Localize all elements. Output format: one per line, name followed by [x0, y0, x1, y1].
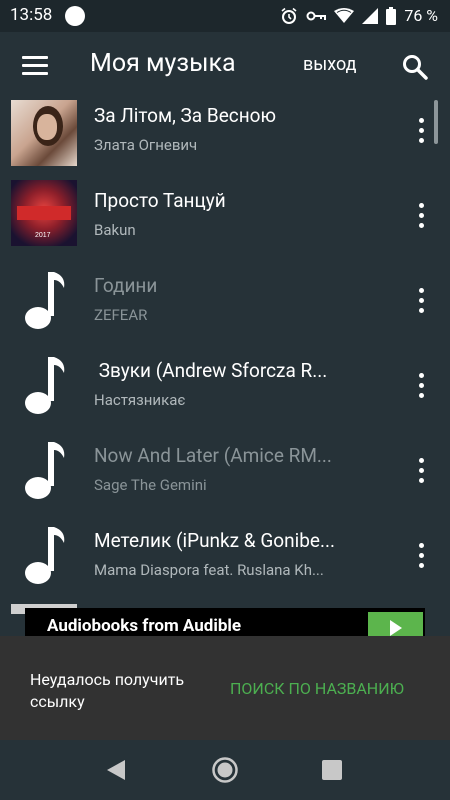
play-icon	[390, 620, 402, 636]
page-title: Моя музыка	[90, 49, 236, 78]
battery-percent: 76 %	[404, 6, 438, 25]
track-list[interactable]: За Літом, За Весною Злата Огневич 2017 П…	[0, 100, 450, 636]
more-options-icon[interactable]	[417, 288, 427, 314]
snackbar-message: Неудалось получить ссылку	[30, 670, 185, 711]
more-options-icon[interactable]	[417, 118, 427, 144]
track-artist: Настязникає	[94, 391, 186, 409]
track-row[interactable]: Метелик (iPunkz & Gonibe... Mama Diaspor…	[0, 525, 450, 610]
back-icon[interactable]	[105, 759, 127, 781]
signal-icon	[362, 7, 379, 24]
track-artist: ZEFEAR	[94, 306, 148, 324]
music-note-icon	[25, 272, 65, 329]
battery-icon	[386, 6, 397, 25]
track-title: Звуки (Andrew Sforcza R...	[94, 359, 328, 382]
more-options-icon[interactable]	[417, 543, 427, 569]
track-title: За Літом, За Весною	[94, 104, 277, 127]
notification-dot-icon	[65, 6, 85, 26]
track-row[interactable]: Now And Later (Amice RM... Sage The Gemi…	[0, 440, 450, 525]
scrollbar[interactable]	[434, 100, 438, 144]
system-nav-bar	[0, 740, 450, 800]
more-options-icon[interactable]	[417, 373, 427, 399]
track-artist: Mama Diaspora feat. Ruslana Kh...	[94, 561, 324, 579]
track-title: Now And Later (Amice RM...	[94, 444, 332, 467]
menu-icon[interactable]	[22, 56, 48, 76]
search-by-title-button[interactable]: ПОИСК ПО НАЗВАНИЮ	[230, 679, 404, 698]
recents-icon[interactable]	[322, 760, 342, 780]
track-artist: Sage The Gemini	[94, 476, 207, 494]
status-time: 13:58	[10, 5, 53, 25]
wifi-icon	[334, 7, 355, 23]
alarm-icon	[281, 7, 297, 24]
ad-text: Audiobooks from Audible	[47, 616, 242, 636]
music-note-icon	[25, 357, 65, 414]
more-options-icon[interactable]	[417, 458, 427, 484]
album-cover-image: 2017	[11, 180, 77, 246]
search-icon[interactable]	[402, 54, 428, 80]
track-title: Години	[94, 274, 158, 297]
status-bar: 13:58 76 %	[0, 0, 450, 32]
track-artist: Bakun	[94, 221, 136, 239]
album-cover-image	[11, 100, 77, 166]
status-icons: 76 %	[280, 6, 438, 25]
music-note-icon	[25, 527, 65, 584]
exit-button[interactable]: выход	[303, 54, 357, 75]
home-icon[interactable]	[212, 757, 238, 783]
app-bar: Моя музыка выход	[0, 32, 450, 100]
track-row[interactable]: Години ZEFEAR	[0, 270, 450, 355]
snackbar: Неудалось получить ссылку ПОИСК ПО НАЗВА…	[0, 636, 450, 740]
track-title: Метелик (iPunkz & Gonibe...	[94, 529, 336, 552]
more-options-icon[interactable]	[417, 203, 427, 229]
track-artist: Злата Огневич	[94, 136, 198, 154]
music-note-icon	[25, 442, 65, 499]
track-title: Просто Танцуй	[94, 189, 226, 212]
ad-play-button[interactable]	[368, 612, 423, 638]
track-row[interactable]: 2017 Просто Танцуй Bakun	[0, 180, 450, 270]
ad-banner[interactable]: Audiobooks from Audible	[25, 608, 425, 638]
track-row[interactable]: Звуки (Andrew Sforcza R... Настязникає	[0, 355, 450, 440]
track-row[interactable]: За Літом, За Весною Злата Огневич	[0, 100, 450, 185]
vpn-key-icon	[306, 11, 327, 20]
